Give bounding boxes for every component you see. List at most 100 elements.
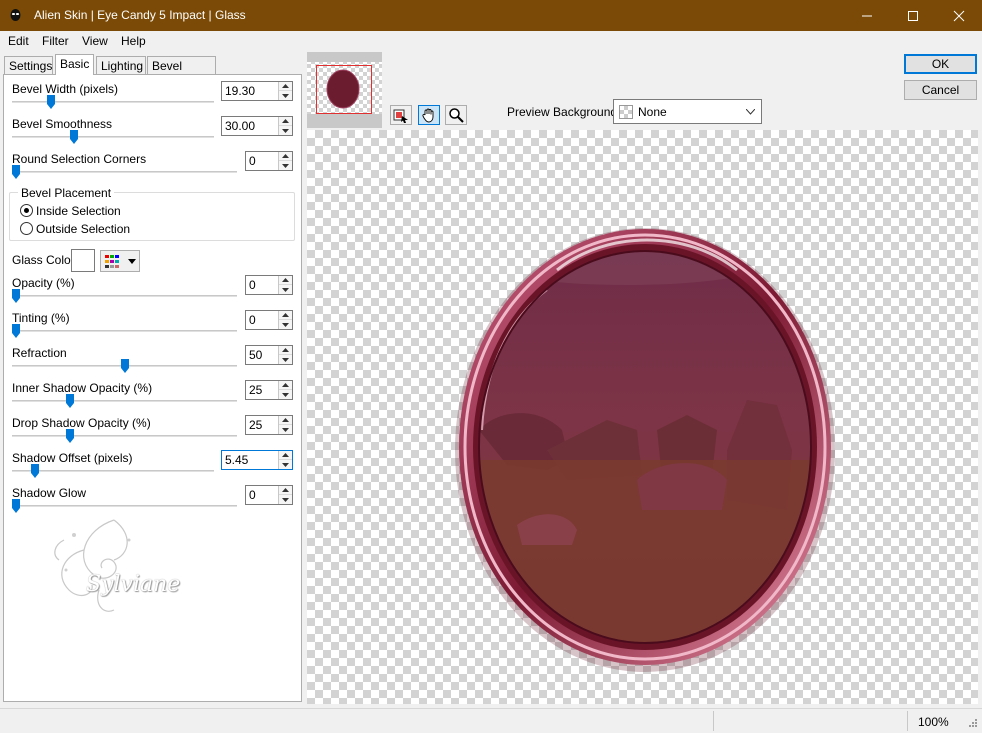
outside-selection-radio[interactable] xyxy=(20,222,33,235)
tinting-spinbox[interactable] xyxy=(245,310,293,330)
preview-background-select[interactable]: None xyxy=(613,99,762,124)
shadow-offset-slider-thumb[interactable] xyxy=(31,464,40,478)
drop-shadow-opacity-input[interactable] xyxy=(247,417,277,433)
menu-edit[interactable]: Edit xyxy=(8,34,29,48)
bevel-smoothness-input[interactable] xyxy=(223,118,275,134)
opacity-input[interactable] xyxy=(247,277,277,293)
refraction-spinbox[interactable] xyxy=(245,345,293,365)
spin-up-icon[interactable] xyxy=(282,488,289,492)
spin-up-icon[interactable] xyxy=(282,119,289,123)
menu-help[interactable]: Help xyxy=(121,34,146,48)
tab-basic[interactable]: Basic xyxy=(55,54,94,75)
close-icon xyxy=(953,10,965,21)
spin-down-icon[interactable] xyxy=(282,322,289,327)
spin-down-icon[interactable] xyxy=(282,357,289,362)
navigate-preview-button[interactable] xyxy=(390,105,412,125)
glass-color-picker-button[interactable] xyxy=(100,250,140,272)
inside-selection-radio[interactable] xyxy=(20,204,33,217)
round-corners-spinbox[interactable] xyxy=(245,151,293,171)
drop-shadow-opacity-slider-thumb[interactable] xyxy=(66,429,75,443)
spin-up-icon[interactable] xyxy=(282,313,289,317)
bevel-width-track[interactable] xyxy=(12,101,214,103)
bevel-smoothness-slider-thumb[interactable] xyxy=(70,130,79,144)
bevel-smoothness-track[interactable] xyxy=(12,136,214,138)
shadow-glow-input[interactable] xyxy=(247,487,277,503)
shadow-offset-input[interactable] xyxy=(223,452,275,468)
spin-up-icon[interactable] xyxy=(282,348,289,352)
shadow-offset-spinbox[interactable] xyxy=(221,450,293,470)
spin-up-icon[interactable] xyxy=(282,278,289,282)
spin-down-icon[interactable] xyxy=(282,163,289,168)
preview-navigator[interactable] xyxy=(307,52,382,128)
bevel-width-input[interactable] xyxy=(223,83,275,99)
outside-selection-label[interactable]: Outside Selection xyxy=(36,222,130,236)
shadow-glow-spinbox[interactable] xyxy=(245,485,293,505)
preview-background-label: Preview Background: xyxy=(507,105,621,119)
bevel-width-label: Bevel Width (pixels) xyxy=(12,82,119,96)
cancel-button[interactable]: Cancel xyxy=(904,80,977,100)
shadow-glow-track[interactable] xyxy=(12,505,237,507)
inside-selection-label[interactable]: Inside Selection xyxy=(36,204,121,218)
spin-down-icon[interactable] xyxy=(282,128,289,133)
bevel-width-spinbox[interactable] xyxy=(221,81,293,101)
bevel-smoothness-spinbox[interactable] xyxy=(221,116,293,136)
status-bar: 100% xyxy=(0,708,982,733)
shadow-glow-slider-thumb[interactable] xyxy=(12,499,20,513)
tinting-input[interactable] xyxy=(247,312,277,328)
preview-canvas[interactable] xyxy=(307,130,978,704)
tinting-track[interactable] xyxy=(12,330,237,332)
bevel-width-slider-thumb[interactable] xyxy=(46,95,55,109)
round-corners-slider-thumb[interactable] xyxy=(12,165,20,179)
inner-shadow-opacity-input[interactable] xyxy=(247,382,277,398)
opacity-slider-thumb[interactable] xyxy=(12,289,20,303)
zoom-tool-button[interactable] xyxy=(445,105,467,125)
hand-tool-button[interactable] xyxy=(418,105,440,125)
close-button[interactable] xyxy=(936,0,982,31)
tinting-slider-thumb[interactable] xyxy=(12,324,20,338)
round-corners-input[interactable] xyxy=(247,153,277,169)
ok-button[interactable]: OK xyxy=(904,54,977,74)
minimize-button[interactable] xyxy=(844,0,890,31)
spin-down-icon[interactable] xyxy=(282,392,289,397)
maximize-button[interactable] xyxy=(890,0,936,31)
inner-shadow-opacity-spinbox[interactable] xyxy=(245,380,293,400)
spin-down-icon[interactable] xyxy=(282,427,289,432)
opacity-spinbox[interactable] xyxy=(245,275,293,295)
spin-down-icon[interactable] xyxy=(282,462,289,467)
watermark-text: Sylviane xyxy=(86,572,181,597)
spin-up-icon[interactable] xyxy=(282,453,289,457)
preview-background-value: None xyxy=(638,105,667,119)
spin-up-icon[interactable] xyxy=(282,154,289,158)
color-palette-icon xyxy=(105,255,119,268)
spin-down-icon[interactable] xyxy=(282,497,289,502)
spin-down-icon[interactable] xyxy=(282,93,289,98)
refraction-input[interactable] xyxy=(247,347,277,363)
drop-shadow-opacity-spinbox[interactable] xyxy=(245,415,293,435)
spin-up-icon[interactable] xyxy=(282,84,289,88)
shadow-glow-label: Shadow Glow xyxy=(12,486,87,500)
spin-up-icon[interactable] xyxy=(282,418,289,422)
refraction-slider-thumb[interactable] xyxy=(120,359,129,373)
inner-shadow-opacity-slider-thumb[interactable] xyxy=(66,394,75,408)
drop-shadow-opacity-track[interactable] xyxy=(12,435,237,437)
tab-bevel-profile[interactable]: Bevel Profile xyxy=(147,56,216,87)
maximize-icon xyxy=(908,10,918,21)
shadow-offset-track[interactable] xyxy=(12,470,214,472)
chevron-down-icon xyxy=(128,259,136,264)
glass-color-swatch[interactable] xyxy=(71,249,95,272)
opacity-track[interactable] xyxy=(12,295,237,297)
spin-down-icon[interactable] xyxy=(282,287,289,292)
spin-up-icon[interactable] xyxy=(282,383,289,387)
round-corners-track[interactable] xyxy=(12,171,237,173)
zoom-tool-icon xyxy=(449,108,464,123)
menu-filter[interactable]: Filter xyxy=(42,34,69,48)
shadow-offset-label: Shadow Offset (pixels) xyxy=(12,451,133,465)
tab-settings[interactable]: Settings xyxy=(4,56,53,74)
resize-grip-icon[interactable] xyxy=(966,718,978,730)
drop-shadow-opacity-label: Drop Shadow Opacity (%) xyxy=(12,416,151,430)
navigate-preview-icon xyxy=(393,109,408,123)
tab-lighting[interactable]: Lighting xyxy=(96,56,146,74)
inner-shadow-opacity-track[interactable] xyxy=(12,400,237,402)
tinting-label: Tinting (%) xyxy=(12,311,70,325)
menu-view[interactable]: View xyxy=(82,34,108,48)
